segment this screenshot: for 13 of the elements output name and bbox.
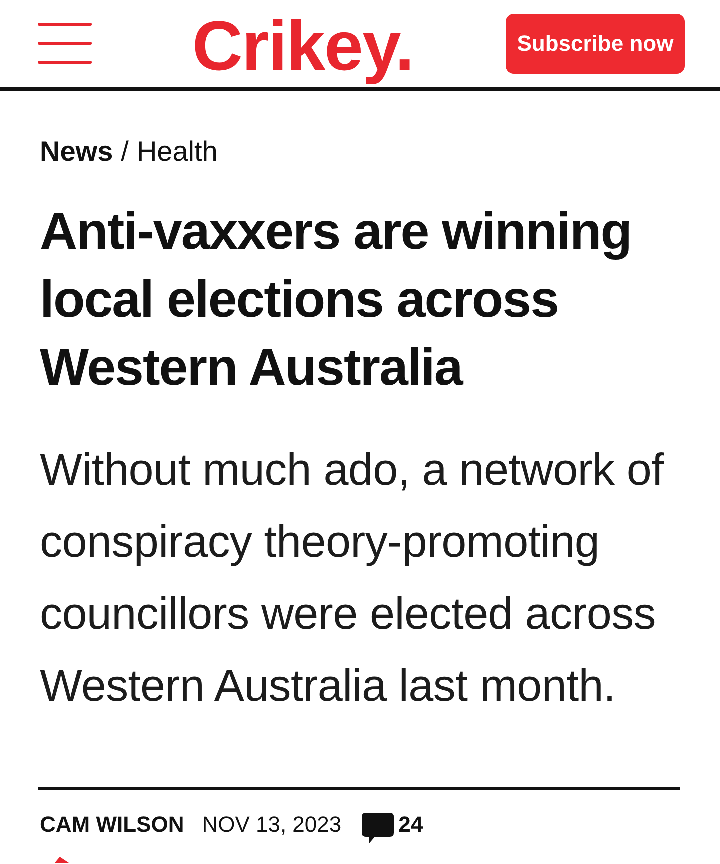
publish-date: NOV 13, 2023: [202, 812, 342, 838]
headline: Anti-vaxxers are winning local elections across Western Australia: [40, 202, 633, 399]
standfirst: Without much ado, a network of conspiracy theory-promoting councillors were elected across Western Australia last month.: [40, 443, 666, 713]
subscribe-button[interactable]: Subscribe now: [506, 14, 685, 74]
author-link[interactable]: CAM WILSON: [40, 812, 184, 838]
breadcrumb-separator: /: [121, 135, 129, 169]
arrow-tip-icon: [55, 857, 69, 863]
logo[interactable]: Crikey.: [192, 6, 414, 86]
speech-bubble-icon: [362, 812, 394, 844]
breadcrumb-link[interactable]: News: [40, 135, 114, 169]
breadcrumb-link[interactable]: Health: [136, 135, 218, 169]
comments-link[interactable]: 24: [362, 806, 424, 844]
menu-icon[interactable]: [38, 22, 92, 64]
